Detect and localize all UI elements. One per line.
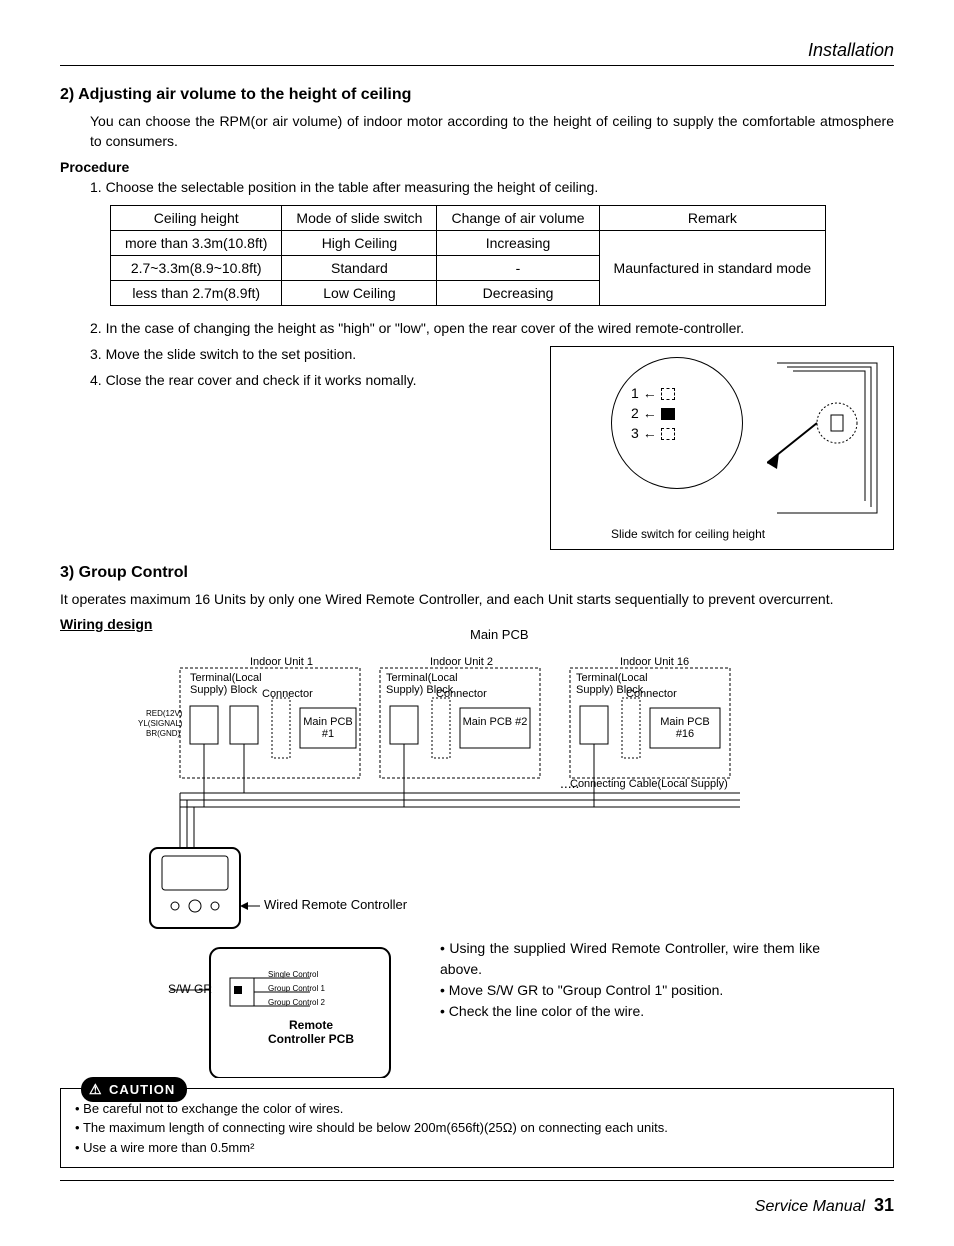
switch-diagram: 1← 2← 3← Slide switch for ceiling height — [550, 346, 894, 550]
connector-label: Connector — [262, 688, 313, 700]
arrow-left-icon: ← — [643, 425, 657, 441]
procedure-label: Procedure — [60, 159, 894, 175]
wire-yl: YL(SIGNAL) — [138, 720, 182, 729]
page-header: Installation — [60, 40, 894, 66]
u2-label: Indoor Unit 2 — [430, 656, 493, 668]
th-remark: Remark — [599, 206, 826, 231]
cell: Standard — [282, 256, 437, 281]
bullet-1: Move S/W GR to "Group Control 1" positio… — [440, 980, 820, 1001]
rc-pcb-label: Remote Controller PCB — [266, 1018, 356, 1047]
cell: High Ceiling — [282, 231, 437, 256]
switch-pos-2: 2← — [631, 405, 675, 421]
pcb16-label: Main PCB #16 — [652, 716, 718, 740]
u16-label: Indoor Unit 16 — [620, 656, 689, 668]
s2-step1: 1. Choose the selectable position in the… — [90, 179, 894, 195]
wrc-label: Wired Remote Controller — [264, 898, 407, 912]
s2-step3: 3. Move the slide switch to the set posi… — [90, 346, 530, 362]
switch-pos-3: 3← — [631, 425, 675, 441]
pcb1-label: Main PCB #1 — [302, 716, 354, 740]
s2-step4: 4. Close the rear cover and check if it … — [90, 372, 530, 388]
magnifier-circle-icon — [611, 357, 743, 489]
heading-s2: 2) Adjusting air volume to the height of… — [60, 86, 894, 104]
caution-item-2: • Use a wire more than 0.5mm² — [75, 1138, 879, 1158]
cell: more than 3.3m(10.8ft) — [111, 231, 282, 256]
caution-box: CAUTION • Be careful not to exchange the… — [60, 1088, 894, 1169]
cell: Decreasing — [437, 281, 599, 306]
arrow-left-icon: ← — [643, 385, 657, 401]
sw-opt-1: Group Control 1 — [268, 985, 325, 994]
s2-step2: 2. In the case of changing the height as… — [90, 320, 894, 336]
sw-opt-0: Single Control — [268, 971, 318, 980]
swgr-label: S/W GR — [168, 983, 212, 996]
th-change: Change of air volume — [437, 206, 599, 231]
cell: less than 2.7m(8.9ft) — [111, 281, 282, 306]
cell: - — [437, 256, 599, 281]
wiring-diagram: Main PCB ..... — [90, 638, 860, 1078]
ceiling-table: Ceiling height Mode of slide switch Chan… — [110, 205, 826, 306]
cell: 2.7~3.3m(8.9~10.8ft) — [111, 256, 282, 281]
connector-label: Connector — [626, 688, 677, 700]
heading-s3: 3) Group Control — [60, 564, 894, 582]
pcb2-label: Main PCB #2 — [462, 716, 528, 728]
caution-item-1: • The maximum length of connecting wire … — [75, 1118, 879, 1138]
pcb-closeup-icon — [767, 353, 887, 523]
page-footer: Service Manual 31 — [60, 1195, 894, 1216]
cell-remark: Maunfactured in standard mode — [599, 231, 826, 306]
wire-red: RED(12V) — [146, 710, 182, 719]
bullet-2: Check the line color of the wire. — [440, 1001, 820, 1022]
wire-br: BR(GND) — [146, 730, 180, 739]
wiring-notes: Using the supplied Wired Remote Controll… — [440, 938, 820, 1022]
u1-label: Indoor Unit 1 — [250, 656, 313, 668]
cell: Low Ceiling — [282, 281, 437, 306]
connector-label: Connector — [436, 688, 487, 700]
arrow-left-icon: ← — [643, 405, 657, 421]
sw-opt-2: Group Control 2 — [268, 999, 325, 1008]
th-mode: Mode of slide switch — [282, 206, 437, 231]
bullet-0: Using the supplied Wired Remote Controll… — [440, 938, 820, 980]
cable-label: Connecting Cable(Local Supply) — [570, 778, 728, 790]
th-height: Ceiling height — [111, 206, 282, 231]
switch-caption: Slide switch for ceiling height — [611, 527, 765, 541]
s3-intro: It operates maximum 16 Units by only one… — [60, 590, 894, 610]
s2-intro: You can choose the RPM(or air volume) of… — [90, 112, 894, 151]
cell: Increasing — [437, 231, 599, 256]
switch-pos-1: 1← — [631, 385, 675, 401]
caution-badge: CAUTION — [81, 1077, 187, 1103]
caution-item-0: • Be careful not to exchange the color o… — [75, 1099, 879, 1119]
